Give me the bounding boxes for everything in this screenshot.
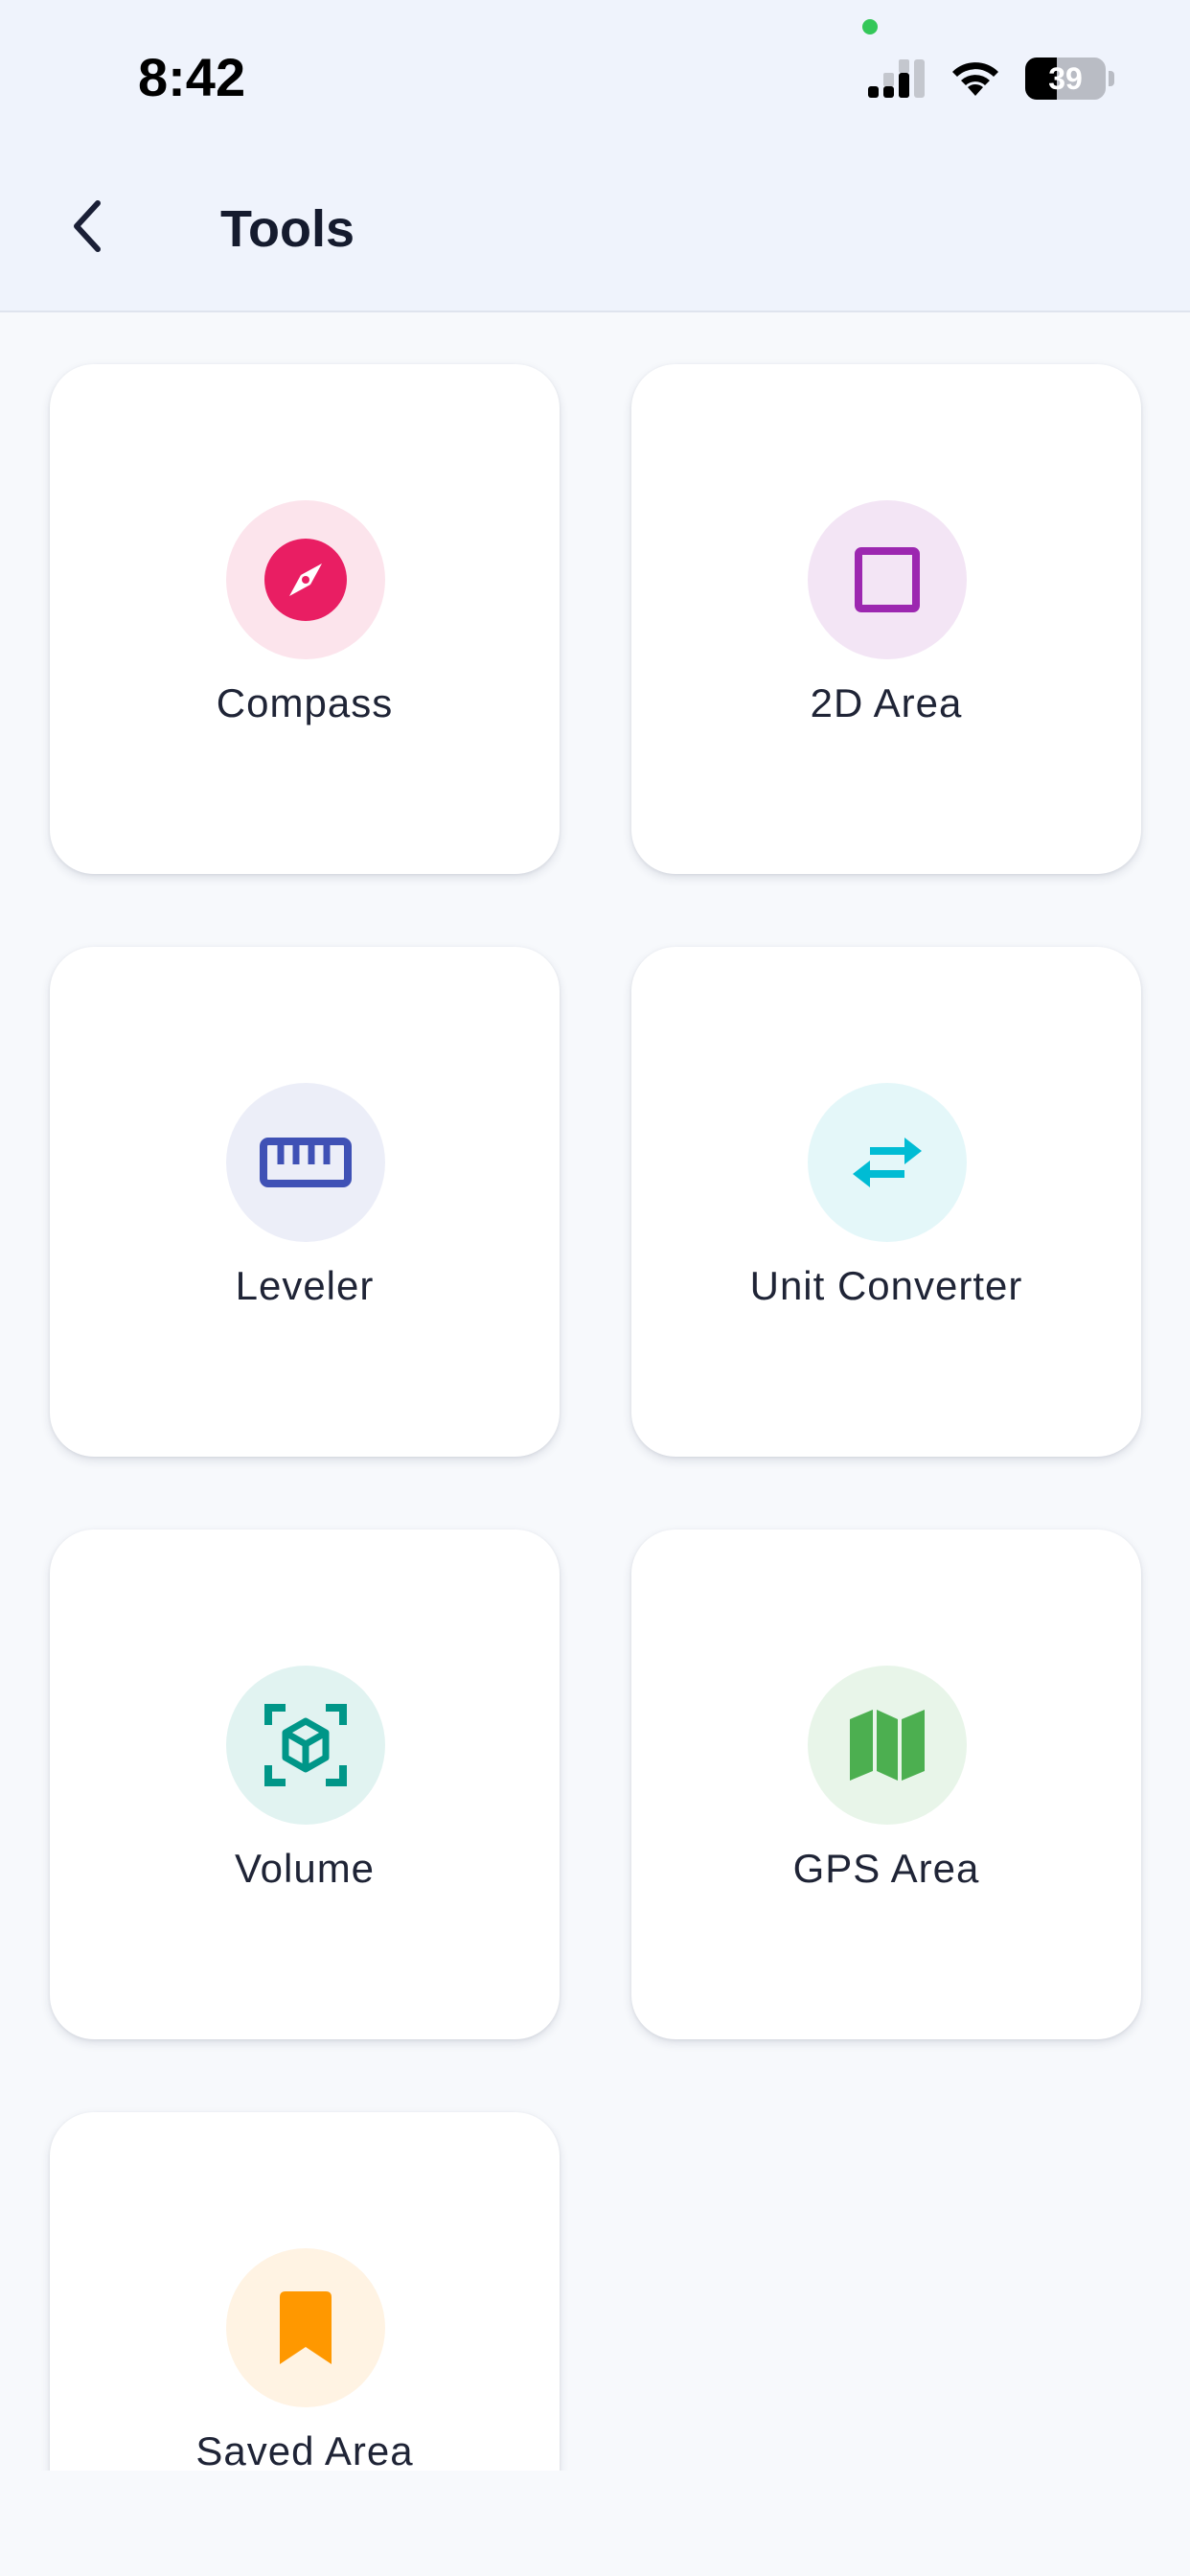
tool-tile-unit-converter[interactable]: Unit Converter: [631, 947, 1141, 1457]
tool-icon-badge: [226, 1083, 385, 1242]
battery-icon: 39: [1025, 58, 1106, 100]
tool-label: GPS Area: [792, 1846, 980, 1891]
cube-scan-icon: [264, 1704, 347, 1786]
swap-arrows-icon: [853, 1138, 922, 1187]
tool-tile-saved-area[interactable]: Saved Area: [50, 2112, 560, 2471]
cellular-signal-icon: [868, 59, 925, 98]
map-icon: [850, 1710, 925, 1781]
tool-label: Unit Converter: [749, 1263, 1023, 1308]
app-bar: Tools: [0, 153, 1190, 312]
ruler-icon: [260, 1138, 352, 1187]
tool-icon-badge: [808, 1083, 967, 1242]
tool-tile-volume[interactable]: Volume: [50, 1530, 560, 2039]
bookmark-icon: [280, 2291, 332, 2364]
status-time: 8:42: [138, 47, 246, 107]
tool-label: Volume: [234, 1846, 376, 1891]
tools-grid[interactable]: Compass 2D Area Leveler Unit Converter V…: [0, 314, 1190, 2471]
bottom-safe-area: [0, 2471, 1190, 2576]
tool-icon-badge: [226, 1666, 385, 1825]
tool-tile-gps-area[interactable]: GPS Area: [631, 1530, 1141, 2039]
battery-cap: [1109, 71, 1114, 86]
tool-label: Leveler: [235, 1263, 375, 1308]
tool-tile-leveler[interactable]: Leveler: [50, 947, 560, 1457]
tool-label: 2D Area: [810, 680, 963, 725]
square-outline-icon: [855, 547, 920, 612]
tool-tile-compass[interactable]: Compass: [50, 364, 560, 874]
chevron-left-icon: [74, 200, 101, 252]
back-button[interactable]: [54, 192, 123, 261]
wifi-icon: [952, 62, 998, 96]
tool-label: Compass: [216, 680, 394, 725]
tool-tile-2d-area[interactable]: 2D Area: [631, 364, 1141, 874]
privacy-indicator-dot: [862, 19, 878, 34]
status-bar: 8:42 39: [0, 0, 1190, 153]
tool-icon-badge: [226, 2248, 385, 2407]
tool-icon-badge: [808, 1666, 967, 1825]
tool-icon-badge: [226, 500, 385, 659]
battery-percent-text: 39: [1048, 60, 1083, 96]
page-title: Tools: [220, 200, 355, 258]
tool-icon-badge: [808, 500, 967, 659]
compass-icon: [264, 539, 347, 621]
tool-label: Saved Area: [195, 2428, 414, 2471]
